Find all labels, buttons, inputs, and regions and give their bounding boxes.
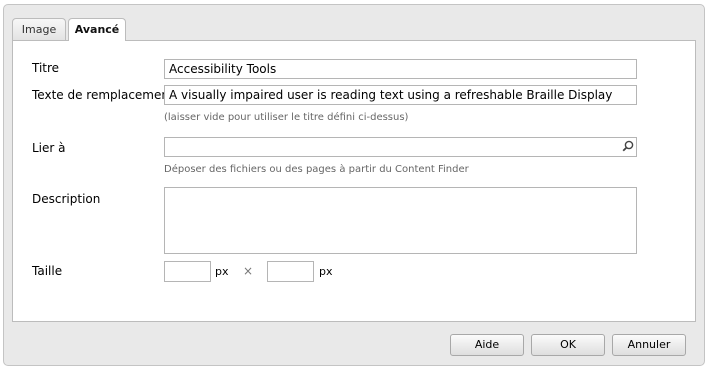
alt-text-label: Texte de remplacement xyxy=(32,88,174,102)
height-unit: px xyxy=(319,265,333,278)
help-button[interactable]: Aide xyxy=(450,334,524,356)
alt-text-hint: (laisser vide pour utiliser le titre déf… xyxy=(164,112,409,123)
link-label: Lier à xyxy=(32,141,66,155)
tab-image[interactable]: Image xyxy=(12,18,66,40)
browse-button[interactable] xyxy=(619,137,637,155)
description-textarea[interactable] xyxy=(164,187,637,254)
title-field[interactable]: Accessibility Tools xyxy=(164,59,637,79)
description-label: Description xyxy=(32,192,101,206)
search-icon xyxy=(622,140,634,152)
cancel-button[interactable]: Annuler xyxy=(612,334,686,356)
link-field[interactable] xyxy=(164,137,637,157)
ok-button[interactable]: OK xyxy=(531,334,605,356)
size-label: Taille xyxy=(32,264,63,278)
width-field[interactable] xyxy=(164,261,211,282)
advanced-panel xyxy=(12,40,696,322)
height-field[interactable] xyxy=(267,261,314,282)
width-unit: px xyxy=(215,265,229,278)
link-hint: Déposer des fichiers ou des pages à part… xyxy=(164,164,469,175)
title-label: Titre xyxy=(32,61,60,75)
times-symbol: × xyxy=(243,264,254,278)
alt-text-field[interactable]: A visually impaired user is reading text… xyxy=(164,85,637,105)
tab-advanced[interactable]: Avancé xyxy=(68,18,126,41)
